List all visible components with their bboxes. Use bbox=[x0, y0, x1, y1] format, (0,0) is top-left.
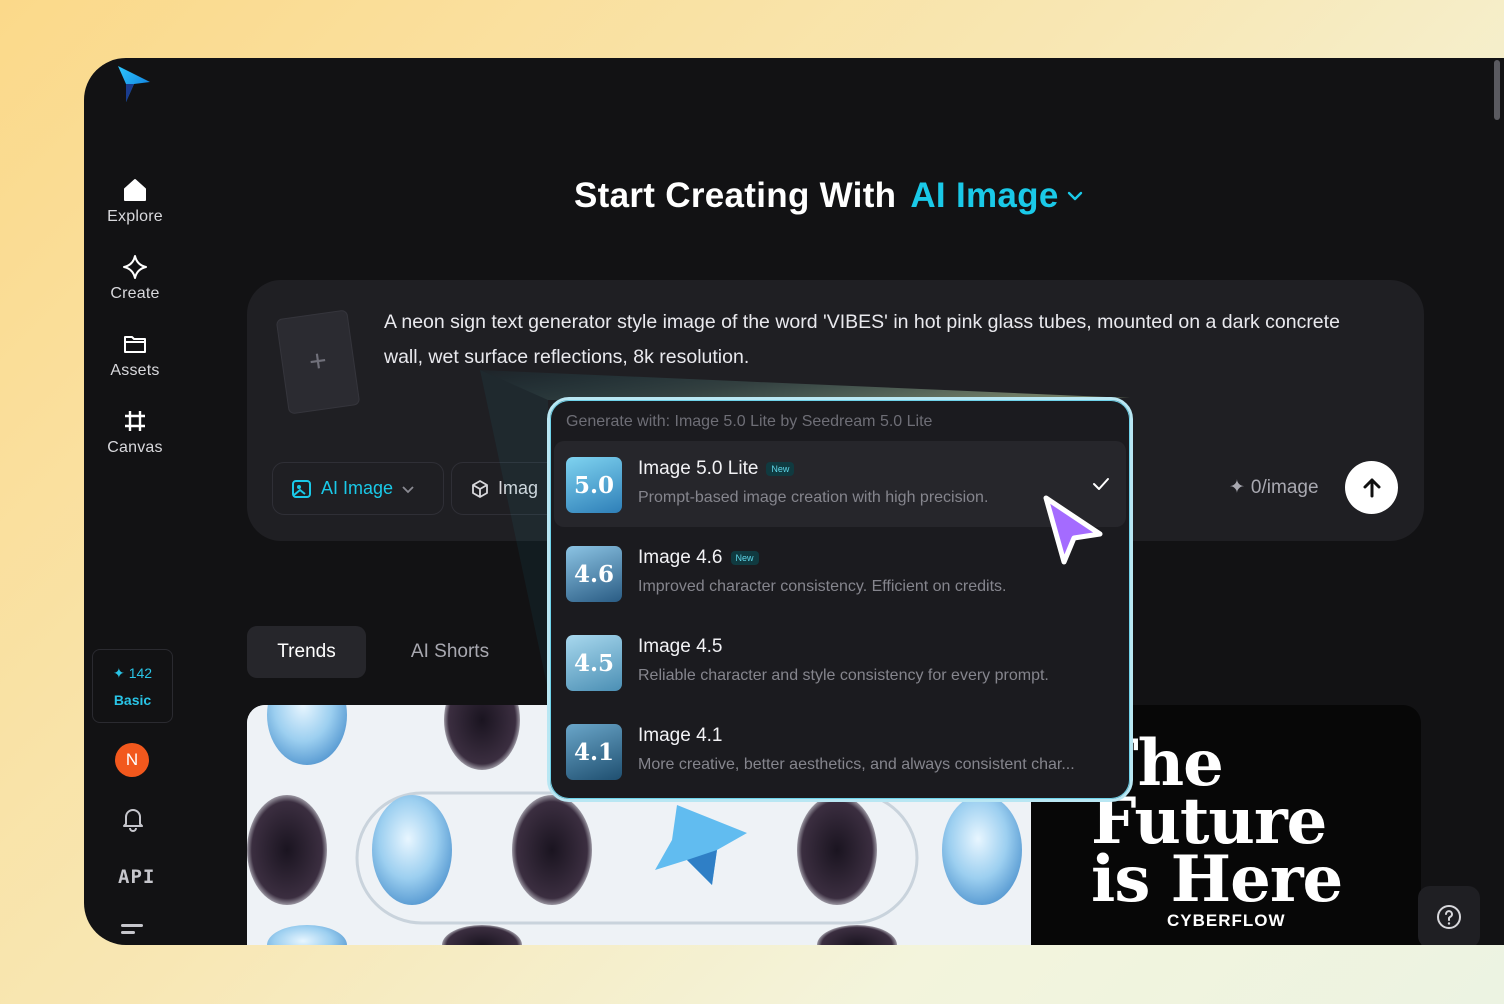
model-thumbnail: 4.5 bbox=[566, 635, 622, 691]
sidebar-item-assets[interactable]: Assets bbox=[90, 330, 180, 394]
model-title-text: Image 5.0 Lite bbox=[638, 458, 759, 479]
model-pill-label: Imag bbox=[498, 478, 539, 498]
upload-image-button[interactable]: + bbox=[275, 309, 361, 415]
banner-headline-line: is Here bbox=[1091, 842, 1343, 917]
prompt-input[interactable]: A neon sign text generator style image o… bbox=[384, 305, 1374, 375]
model-description: Improved character consistency. Efficien… bbox=[638, 578, 1007, 595]
plus-icon: + bbox=[306, 343, 329, 380]
sidebar-item-explore[interactable]: Explore bbox=[90, 176, 180, 240]
model-description: More creative, better aesthetics, and al… bbox=[638, 756, 1075, 773]
banner-headline: The Future is Here bbox=[1091, 732, 1371, 917]
chevron-down-icon bbox=[402, 485, 414, 493]
sparkle-icon: ✦ bbox=[112, 664, 125, 681]
thumbnail-label: 4.5 bbox=[573, 649, 614, 677]
new-badge: New bbox=[730, 551, 759, 565]
sidebar: Explore Create Assets Canvas ✦ 142 Basic… bbox=[84, 58, 186, 945]
tab-ai-shorts[interactable]: AI Shorts bbox=[384, 626, 516, 678]
pointer-cursor-icon bbox=[1043, 495, 1103, 565]
cost-indicator: ✦ 0/image bbox=[1229, 476, 1319, 499]
chevron-down-icon[interactable] bbox=[1065, 186, 1085, 206]
model-thumbnail: 4.1 bbox=[566, 724, 622, 780]
check-icon bbox=[1093, 478, 1109, 490]
model-description: Prompt-based image creation with high pr… bbox=[638, 489, 989, 506]
scrollbar-track[interactable] bbox=[1492, 58, 1504, 945]
mode-selector-label[interactable]: AI Image bbox=[910, 176, 1058, 216]
folder-icon bbox=[124, 336, 146, 353]
model-thumbnail: 5.0 bbox=[566, 457, 622, 513]
cube-icon bbox=[472, 479, 488, 498]
logo-icon[interactable] bbox=[112, 64, 152, 104]
api-link[interactable]: API bbox=[118, 866, 155, 888]
model-dropdown: Generate with: Image 5.0 Lite by Seedrea… bbox=[547, 397, 1133, 802]
sidebar-item-canvas[interactable]: Canvas bbox=[90, 407, 180, 471]
banner-brand: CYBERFLOW bbox=[1167, 911, 1286, 930]
sidebar-item-create[interactable]: Create bbox=[90, 253, 180, 317]
new-badge: New bbox=[766, 462, 795, 476]
sidebar-item-label: Canvas bbox=[107, 439, 163, 456]
bell-icon[interactable] bbox=[120, 806, 146, 832]
model-title-text: Image 4.5 bbox=[638, 636, 723, 657]
frame-icon bbox=[125, 411, 145, 431]
home-icon bbox=[124, 179, 146, 201]
sidebar-item-label: Explore bbox=[107, 208, 163, 225]
menu-icon[interactable] bbox=[121, 924, 143, 938]
model-title-text: Image 4.1 bbox=[638, 725, 723, 746]
sidebar-item-label: Assets bbox=[110, 362, 160, 379]
ai-image-icon bbox=[292, 479, 311, 498]
sparkle-icon: ✦ bbox=[1229, 477, 1245, 498]
thumbnail-label: 5.0 bbox=[573, 471, 614, 499]
sidebar-item-label: Create bbox=[110, 285, 160, 302]
scrollbar-thumb[interactable] bbox=[1494, 60, 1500, 120]
model-thumbnail: 4.6 bbox=[566, 546, 622, 602]
credits-count: 142 bbox=[128, 665, 153, 681]
tab-trends[interactable]: Trends bbox=[247, 626, 366, 678]
model-title: Image 4.6 New bbox=[638, 547, 759, 569]
model-title: Image 5.0 Lite New bbox=[638, 458, 795, 480]
plan-label: Basic bbox=[113, 691, 152, 708]
question-icon bbox=[1437, 905, 1461, 929]
model-description: Reliable character and style consistency… bbox=[638, 667, 1049, 684]
mode-pill[interactable]: AI Image bbox=[272, 462, 444, 515]
sparkle-diamond-icon bbox=[123, 255, 147, 279]
thumbnail-label: 4.6 bbox=[573, 560, 614, 588]
dropdown-header: Generate with: Image 5.0 Lite by Seedrea… bbox=[566, 413, 933, 430]
thumbnail-label: 4.1 bbox=[573, 738, 614, 766]
cost-label: 0/image bbox=[1250, 476, 1319, 498]
arrow-up-icon bbox=[1363, 478, 1380, 497]
credits-box[interactable]: ✦ 142 Basic bbox=[92, 649, 173, 723]
help-button[interactable] bbox=[1418, 886, 1480, 945]
model-title-text: Image 4.6 bbox=[638, 547, 723, 568]
model-option-image-4-1[interactable]: 4.1 Image 4.1 More creative, better aest… bbox=[554, 708, 1126, 794]
credits-count-row: ✦ 142 bbox=[113, 665, 152, 682]
send-button[interactable] bbox=[1345, 461, 1398, 514]
page-title: Start Creating With AI Image bbox=[574, 176, 1085, 216]
model-title: Image 4.5 bbox=[638, 636, 723, 658]
mode-pill-label: AI Image bbox=[321, 478, 394, 498]
avatar[interactable]: N bbox=[115, 743, 149, 777]
model-title: Image 4.1 bbox=[638, 725, 723, 747]
title-prefix: Start Creating With bbox=[574, 176, 897, 215]
model-option-image-4-5[interactable]: 4.5 Image 4.5 Reliable character and sty… bbox=[554, 619, 1126, 705]
